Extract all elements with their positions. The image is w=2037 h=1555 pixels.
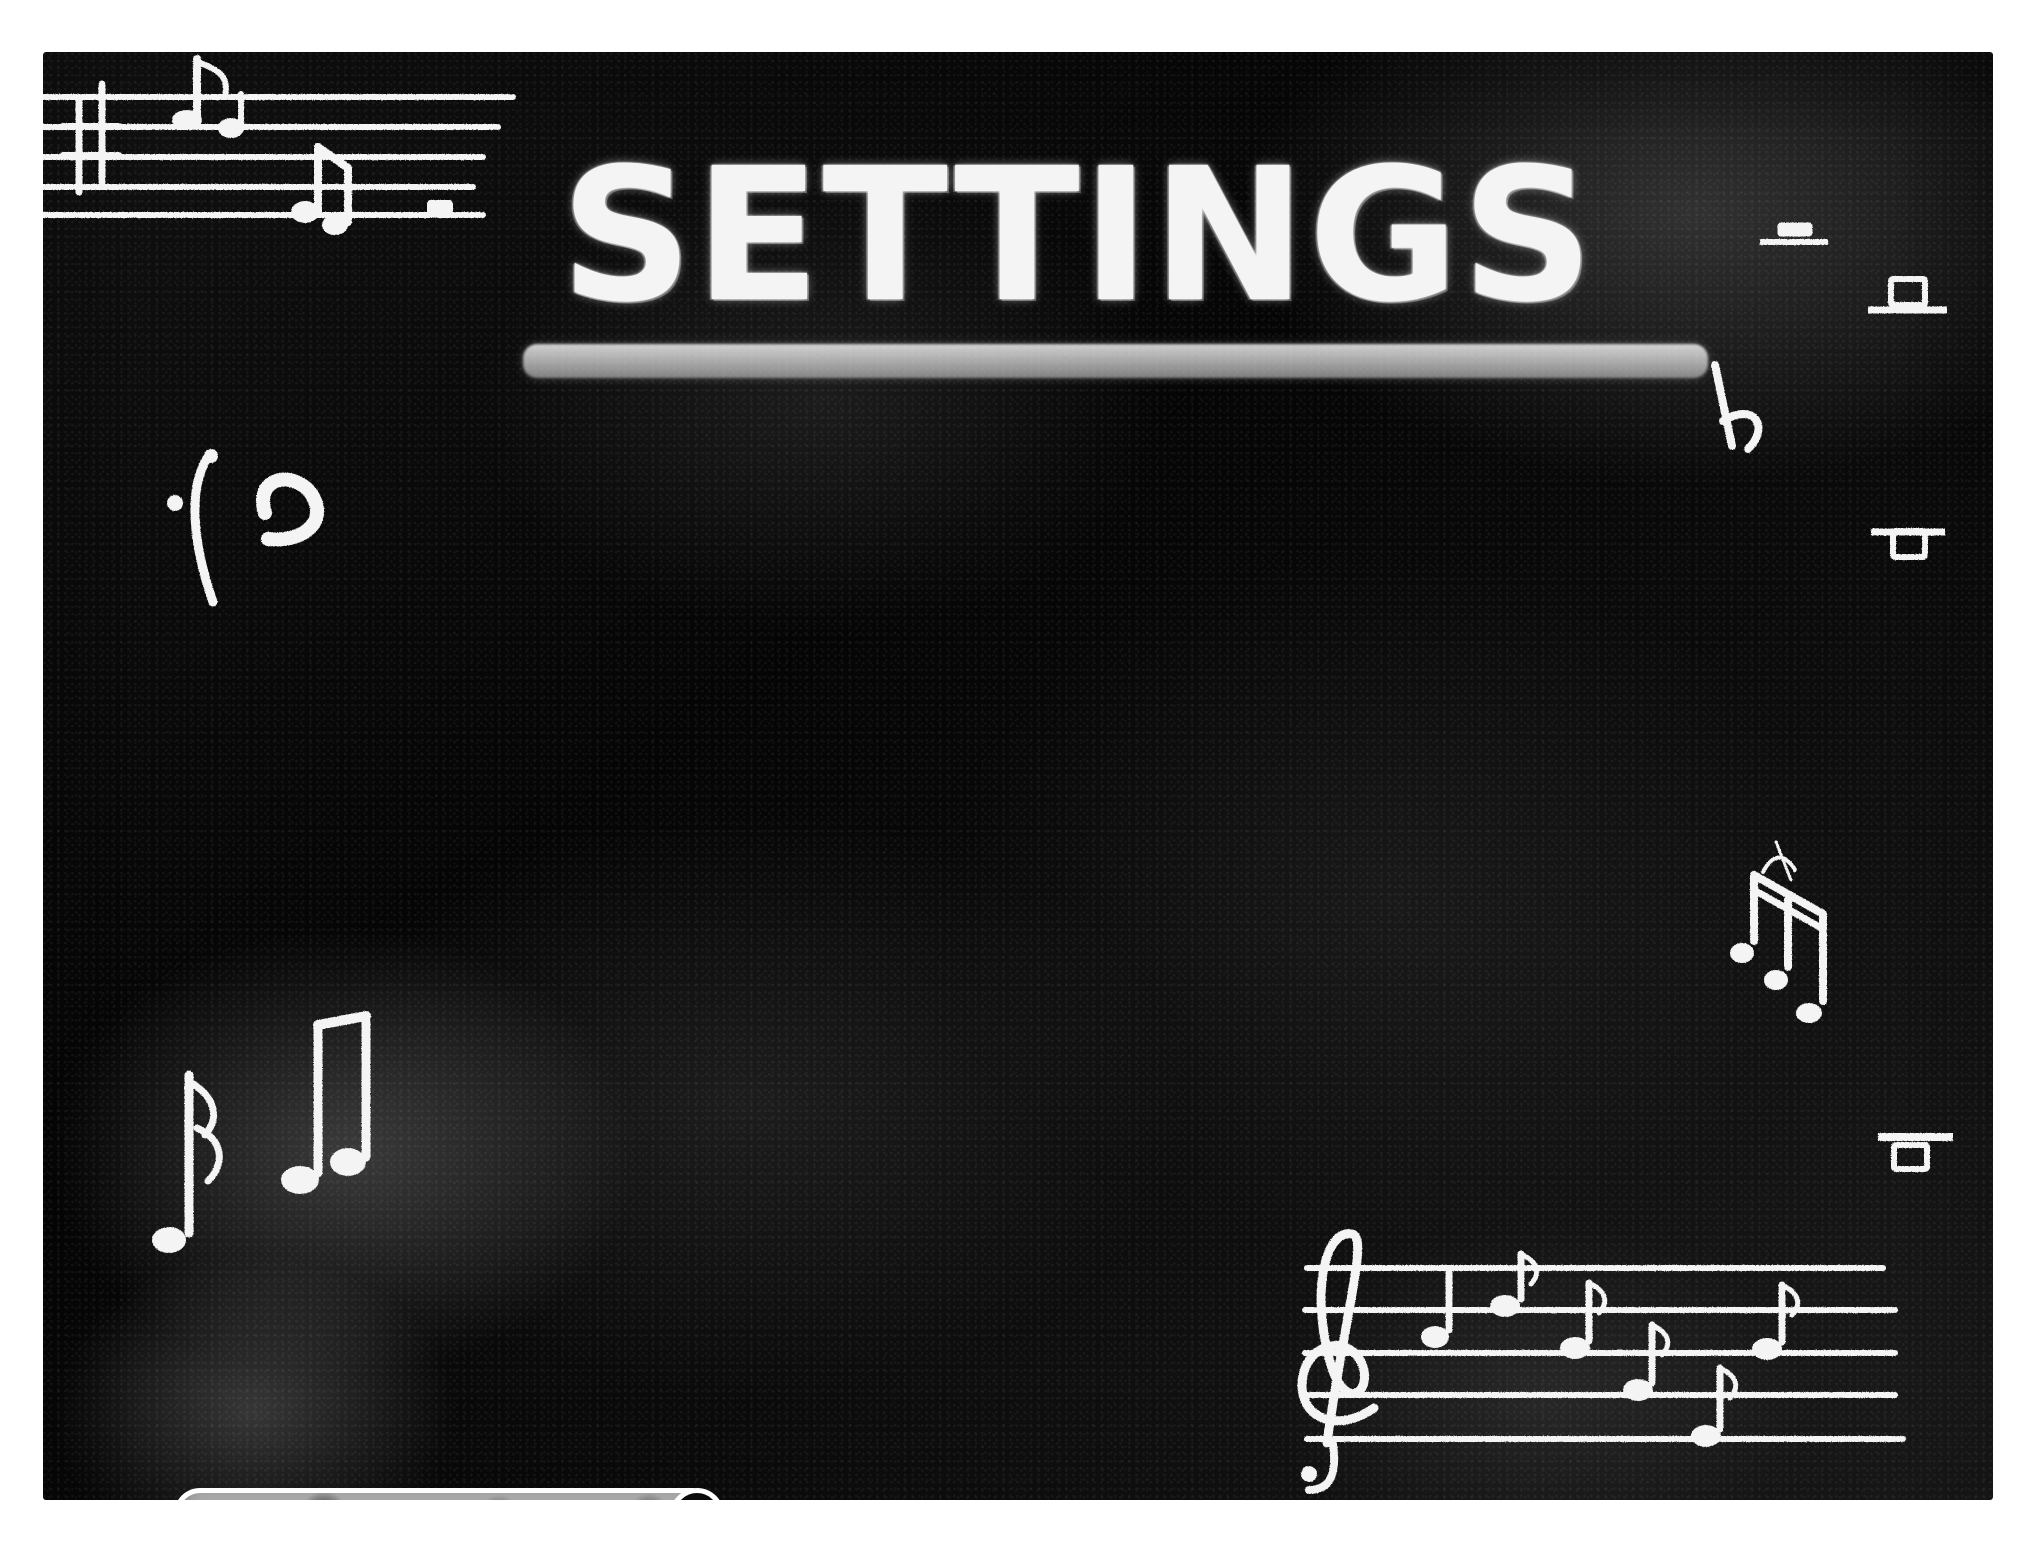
bass-clef-icon <box>167 449 324 607</box>
chalk-doodle-layer <box>43 55 1953 1494</box>
whole-rest-icon <box>1760 222 1953 1172</box>
right-beamed-notes-icon <box>1730 840 1827 1023</box>
left-eighth-note-icon <box>152 1070 223 1253</box>
top-left-music-staff-icon <box>43 55 516 235</box>
settings-screen: SETTINGS <box>43 52 1993 1500</box>
title-underline <box>523 344 1708 378</box>
flat-sign-icon <box>1711 361 1763 453</box>
bottom-right-music-staff-icon <box>1297 1229 1906 1494</box>
left-beamed-notes-icon <box>281 1011 371 1194</box>
scroll-button-label <box>170 1484 730 1500</box>
scroll-button[interactable] <box>170 1484 730 1500</box>
